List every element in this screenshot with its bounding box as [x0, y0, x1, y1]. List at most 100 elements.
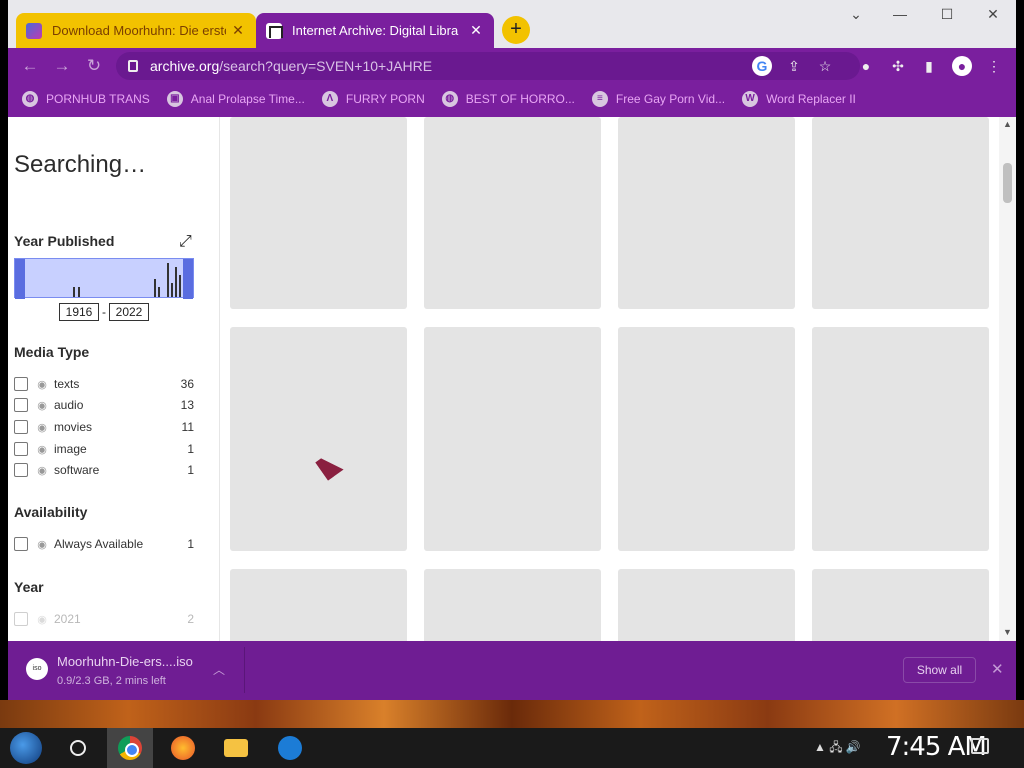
facet-row-image[interactable]: ◉ image 1 [14, 440, 194, 458]
facet-row-texts[interactable]: ◉ texts 36 [14, 375, 194, 393]
result-tile-placeholder[interactable] [230, 117, 407, 309]
download-bar: iso Moorhuhn-Die-ers....iso 0.9/2.3 GB, … [8, 641, 1016, 700]
share-icon[interactable]: ⇪ [784, 56, 804, 76]
taskbar-chrome[interactable] [107, 728, 153, 768]
eye-icon[interactable]: ◉ [35, 443, 49, 456]
scroll-thumb[interactable] [1003, 163, 1012, 203]
facet-row-software[interactable]: ◉ software 1 [14, 461, 194, 479]
back-icon[interactable]: ← [18, 54, 42, 78]
profile-icon[interactable]: ● [952, 56, 972, 76]
range-handle-left[interactable] [15, 259, 25, 299]
result-tile-placeholder[interactable] [424, 117, 601, 309]
menu-icon[interactable]: ⋮ [984, 56, 1004, 76]
checkbox[interactable] [14, 420, 28, 434]
extensions-puzzle-icon[interactable]: ✣ [888, 56, 908, 76]
facet-row-movies[interactable]: ◉ movies 11 [14, 418, 194, 436]
scroll-up-icon[interactable]: ▲ [1002, 119, 1013, 129]
result-tile-placeholder[interactable] [618, 117, 795, 309]
result-tile-placeholder[interactable] [812, 569, 989, 641]
year-published-heading: Year Published [14, 233, 115, 249]
close-tab-icon[interactable]: ✕ [230, 22, 246, 39]
facet-row-always-available[interactable]: ◉ Always Available 1 [14, 535, 194, 553]
facet-row-2021[interactable]: ◉ 2021 2 [14, 610, 194, 628]
facet-count: 1 [187, 442, 194, 456]
checkbox[interactable] [14, 612, 28, 626]
minimize-button[interactable]: — [890, 6, 910, 26]
search-status: Searching… [14, 151, 147, 178]
eye-icon[interactable]: ◉ [35, 464, 49, 477]
histogram-bar [73, 287, 75, 297]
system-tray[interactable]: ▲ 🖧 🔊 [814, 738, 861, 759]
lock-icon[interactable] [128, 60, 138, 72]
eye-icon[interactable]: ◉ [35, 538, 49, 551]
taskbar-edge[interactable] [267, 728, 313, 768]
page-content: Searching… Year Published ⤢ 1916 - 2022 … [8, 117, 1016, 641]
result-tile-placeholder[interactable] [230, 569, 407, 641]
tab-search-icon[interactable]: ⌄ [846, 6, 866, 26]
bookmark-star-icon[interactable]: ☆ [815, 56, 835, 76]
expand-icon[interactable]: ⤢ [179, 233, 192, 251]
facet-row-audio[interactable]: ◉ audio 13 [14, 396, 194, 414]
year-to-input[interactable]: 2022 [109, 303, 149, 321]
year-from-input[interactable]: 1916 [59, 303, 99, 321]
side-panel-icon[interactable]: ▮ [919, 56, 939, 76]
eye-icon[interactable]: ◉ [35, 421, 49, 434]
facet-label: movies [54, 420, 93, 434]
checkbox[interactable] [14, 398, 28, 412]
scrollbar[interactable]: ▲ ▼ [999, 117, 1016, 641]
maximize-button[interactable]: ☐ [937, 6, 957, 26]
bookmark-item[interactable]: Λ FURRY PORN [321, 91, 425, 107]
result-tile-placeholder[interactable] [812, 327, 989, 551]
reload-icon[interactable]: ↻ [82, 54, 106, 78]
google-icon[interactable]: G [752, 56, 772, 76]
address-bar[interactable]: archive.org/search?query=SVEN+10+JAHRE [116, 52, 860, 80]
lambda-icon: Λ [321, 91, 338, 107]
eye-icon[interactable]: ◉ [35, 613, 49, 626]
tab-internet-archive[interactable]: Internet Archive: Digital Libra ✕ [256, 13, 494, 48]
desktop-wallpaper [0, 700, 1024, 728]
divider [244, 647, 245, 693]
checkbox[interactable] [14, 442, 28, 456]
result-tile-placeholder[interactable] [812, 117, 989, 309]
scroll-down-icon[interactable]: ▼ [1002, 627, 1013, 637]
notification-icon[interactable] [971, 738, 989, 754]
bookmark-item[interactable]: ≡ Free Gay Porn Vid... [591, 91, 725, 107]
taskbar-firefox[interactable] [160, 728, 206, 768]
close-tab-icon[interactable]: ✕ [468, 22, 484, 39]
bookmark-item[interactable]: ◍ BEST OF HORRO... [441, 91, 575, 107]
tab-moorhuhn[interactable]: Download Moorhuhn: Die erste ✕ [16, 13, 256, 48]
new-tab-button[interactable]: + [502, 16, 530, 44]
search-circle-icon[interactable] [70, 740, 86, 756]
eye-icon[interactable]: ◉ [35, 378, 49, 391]
bookmark-item[interactable]: W Word Replacer II [742, 91, 856, 107]
result-tile-placeholder[interactable] [618, 569, 795, 641]
year-histogram[interactable] [14, 258, 194, 299]
taskbar-file-explorer[interactable] [213, 728, 259, 768]
close-window-button[interactable]: ✕ [983, 6, 1003, 26]
download-status: 0.9/2.3 GB, 2 mins left [57, 675, 166, 687]
close-icon[interactable]: ✕ [991, 660, 1004, 678]
checkbox[interactable] [14, 463, 28, 477]
bookmark-label: Word Replacer II [766, 92, 856, 106]
bookmark-item[interactable]: ▣ Anal Prolapse Time... [166, 91, 305, 107]
extension-avatar-icon[interactable]: ● [856, 56, 876, 76]
eye-icon[interactable]: ◉ [35, 399, 49, 412]
chevron-up-icon[interactable]: ︿ [213, 661, 225, 678]
facet-label: software [54, 463, 100, 477]
result-tile-placeholder[interactable] [230, 327, 407, 551]
result-tile-placeholder[interactable] [424, 569, 601, 641]
url-host: archive.org [150, 58, 220, 74]
show-all-button[interactable]: Show all [903, 657, 976, 683]
download-filename[interactable]: Moorhuhn-Die-ers....iso [57, 654, 193, 669]
result-tile-placeholder[interactable] [424, 327, 601, 551]
start-button[interactable] [10, 732, 42, 764]
bookmark-item[interactable]: ◍ PORNHUB TRANS [22, 91, 150, 107]
checkbox[interactable] [14, 377, 28, 391]
wr-icon: W [742, 91, 759, 107]
result-tile-placeholder[interactable] [618, 327, 795, 551]
checkbox[interactable] [14, 537, 28, 551]
iso-file-icon[interactable]: iso [26, 658, 48, 680]
facet-count: 36 [180, 377, 194, 391]
forward-icon[interactable]: → [50, 54, 74, 78]
range-handle-right[interactable] [183, 259, 193, 299]
